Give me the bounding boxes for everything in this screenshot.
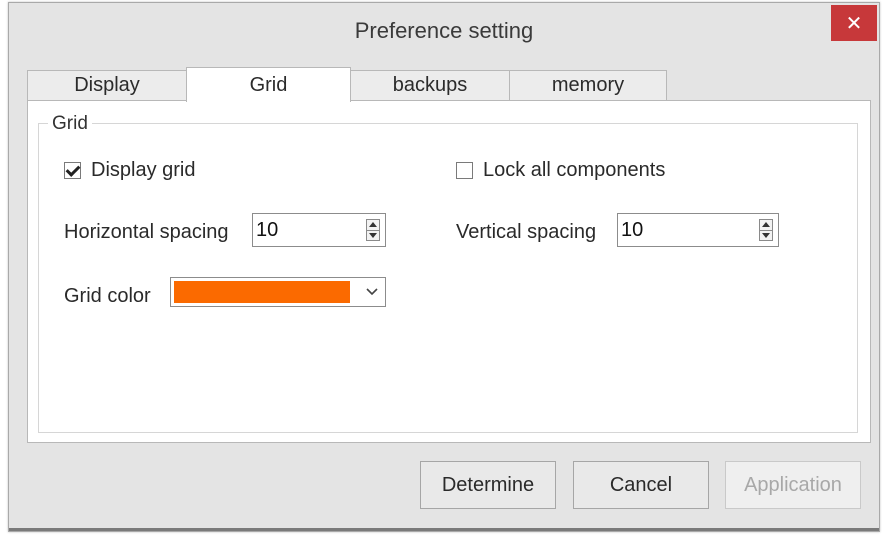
grid-group-label: Grid bbox=[48, 113, 92, 135]
cancel-button[interactable]: Cancel bbox=[573, 461, 709, 509]
tab-memory[interactable]: memory bbox=[509, 70, 667, 100]
vertical-spacing-label: Vertical spacing bbox=[456, 221, 597, 243]
vertical-spacing-spin-buttons[interactable] bbox=[759, 219, 773, 241]
grid-tab-panel: Grid Display grid Lock all components Ho… bbox=[27, 100, 871, 443]
window-title: Preference setting bbox=[354, 18, 534, 43]
grid-color-label: Grid color bbox=[64, 285, 151, 307]
close-icon: ✕ bbox=[845, 12, 863, 35]
tab-backups[interactable]: backups bbox=[350, 70, 510, 100]
horizontal-spacing-stepper[interactable]: 10 bbox=[252, 213, 386, 247]
application-button: Application bbox=[725, 461, 861, 509]
window-bottom-border bbox=[9, 528, 879, 531]
horizontal-spacing-value[interactable]: 10 bbox=[256, 219, 278, 242]
spin-down-icon[interactable] bbox=[762, 233, 770, 238]
spin-up-icon[interactable] bbox=[762, 222, 770, 227]
chevron-down-icon[interactable] bbox=[365, 284, 379, 298]
preference-dialog: Preference setting ✕ Display Grid backup… bbox=[8, 2, 880, 532]
spin-up-icon[interactable] bbox=[369, 222, 377, 227]
lock-components-label: Lock all components bbox=[483, 159, 666, 181]
spin-down-icon[interactable] bbox=[369, 233, 377, 238]
vertical-spacing-stepper[interactable]: 10 bbox=[617, 213, 779, 247]
close-button[interactable]: ✕ bbox=[831, 5, 877, 41]
horizontal-spacing-label: Horizontal spacing bbox=[64, 221, 229, 243]
vertical-spacing-value[interactable]: 10 bbox=[621, 219, 643, 242]
grid-color-swatch bbox=[174, 281, 350, 303]
title-bar[interactable]: Preference setting ✕ bbox=[9, 3, 879, 57]
display-grid-option[interactable]: Display grid bbox=[64, 159, 195, 182]
horizontal-spacing-spin-buttons[interactable] bbox=[366, 219, 380, 241]
lock-components-checkbox[interactable] bbox=[456, 162, 473, 179]
tab-display[interactable]: Display bbox=[27, 70, 187, 100]
lock-components-option[interactable]: Lock all components bbox=[456, 159, 665, 182]
tab-grid[interactable]: Grid bbox=[186, 67, 351, 102]
grid-color-dropdown[interactable] bbox=[170, 277, 386, 307]
display-grid-checkbox[interactable] bbox=[64, 162, 81, 179]
determine-button[interactable]: Determine bbox=[420, 461, 556, 509]
display-grid-label: Display grid bbox=[91, 159, 196, 181]
